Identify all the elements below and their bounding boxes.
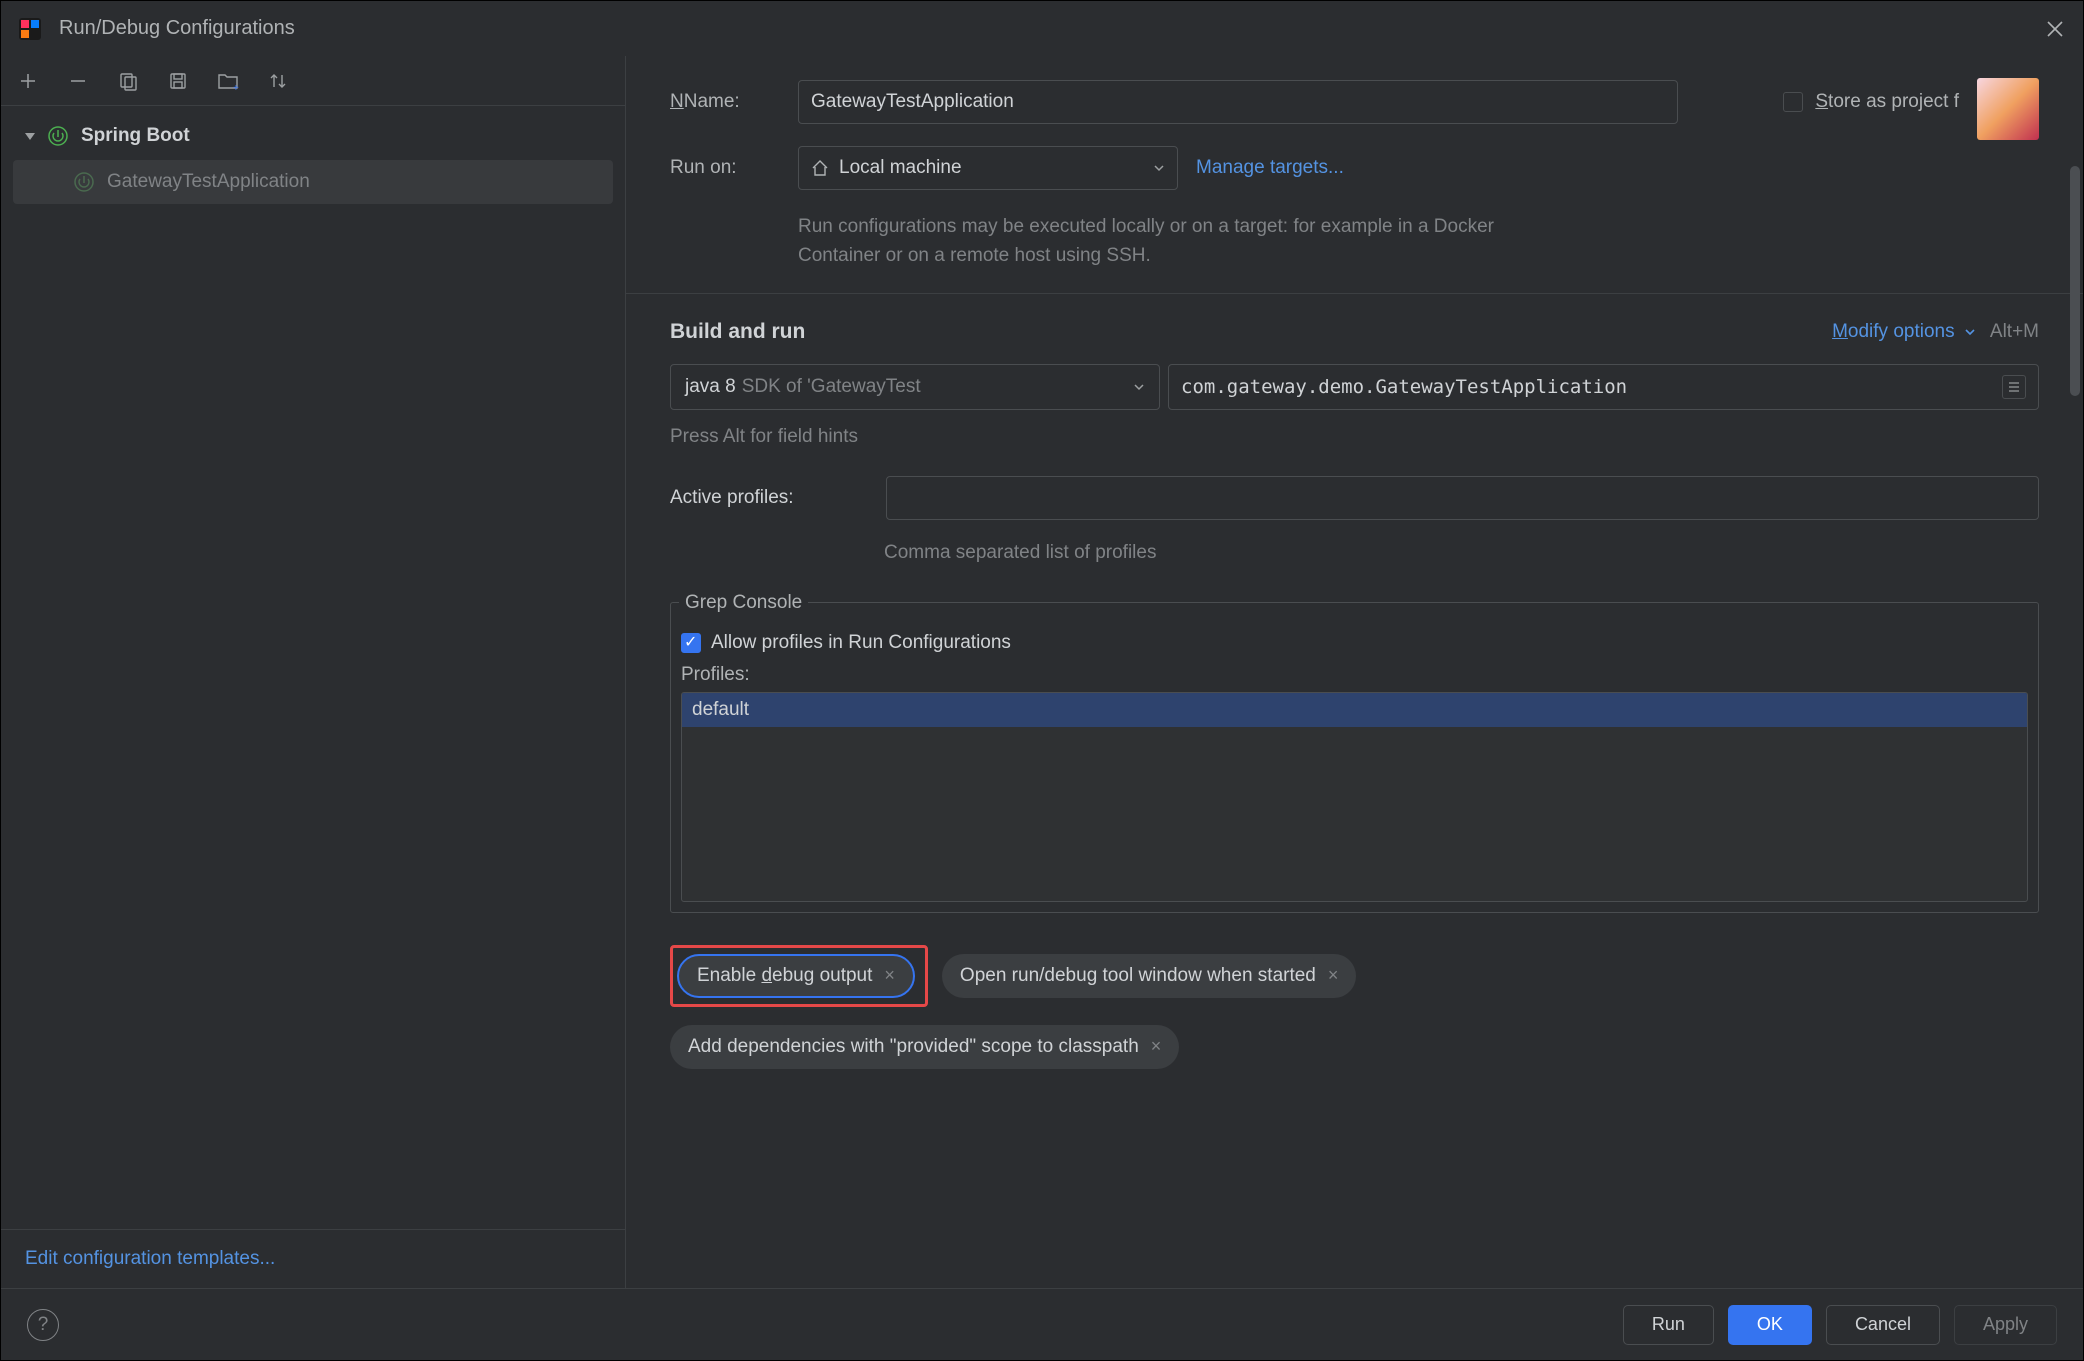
dialog-title: Run/Debug Configurations	[59, 17, 2045, 40]
run-on-select[interactable]: Local machine	[798, 146, 1178, 190]
tree-group-label: Spring Boot	[81, 125, 190, 147]
checkbox-checked-icon[interactable]	[681, 633, 701, 653]
tree-item-gateway[interactable]: GatewayTestApplication	[13, 160, 613, 204]
pill-enable-debug[interactable]: Enable debug output ×	[677, 954, 915, 998]
active-profiles-label: Active profiles:	[670, 487, 870, 509]
build-run-title: Build and run	[670, 320, 1832, 344]
allow-profiles-label: Allow profiles in Run Configurations	[711, 632, 1011, 654]
chevron-down-icon	[23, 129, 41, 143]
close-icon[interactable]: ×	[1151, 1036, 1162, 1057]
list-item[interactable]: default	[682, 693, 2027, 727]
active-profiles-row: Active profiles:	[670, 476, 2039, 520]
jdk-select[interactable]: java 8 SDK of 'GatewayTest	[670, 364, 1160, 410]
save-config-icon[interactable]	[165, 68, 191, 94]
intellij-icon	[19, 18, 41, 40]
close-icon[interactable]: ×	[884, 965, 895, 986]
pill-open-tool-window[interactable]: Open run/debug tool window when started …	[942, 954, 1356, 998]
pill-label: Open run/debug tool window when started	[960, 965, 1316, 987]
name-input[interactable]	[798, 80, 1678, 124]
pill-label: Add dependencies with "provided" scope t…	[688, 1036, 1139, 1058]
sort-config-icon[interactable]	[265, 68, 291, 94]
add-config-icon[interactable]	[15, 68, 41, 94]
apply-button[interactable]: Apply	[1954, 1305, 2057, 1345]
svg-text:+: +	[233, 83, 239, 92]
folder-config-icon[interactable]: +	[215, 68, 241, 94]
spring-boot-icon	[73, 171, 95, 193]
options-pill-row-2: Add dependencies with "provided" scope t…	[670, 1025, 2039, 1069]
grep-console-fieldset: Grep Console Allow profiles in Run Confi…	[670, 592, 2039, 913]
run-debug-dialog: Run/Debug Configurations	[0, 0, 2084, 1361]
name-row: NName: Store as project f	[670, 80, 2039, 124]
edit-templates-link[interactable]: Edit configuration templates...	[25, 1248, 275, 1269]
sidebar-footer: Edit configuration templates...	[1, 1229, 625, 1288]
browse-icon[interactable]	[2002, 375, 2026, 399]
main-class-value: com.gateway.demo.GatewayTestApplication	[1181, 376, 1627, 398]
profiles-list-label: Profiles:	[681, 664, 2028, 686]
remove-config-icon[interactable]	[65, 68, 91, 94]
copy-config-icon[interactable]	[115, 68, 141, 94]
dialog-body: + Spring Boot	[1, 56, 2083, 1288]
store-as-project-file[interactable]: Store as project f	[1783, 91, 1959, 113]
spring-boot-icon	[47, 125, 69, 147]
active-profiles-input[interactable]	[886, 476, 2039, 520]
avatar	[1977, 78, 2039, 140]
checkbox-icon[interactable]	[1783, 92, 1803, 112]
pill-add-deps-provided[interactable]: Add dependencies with "provided" scope t…	[670, 1025, 1179, 1069]
profiles-list[interactable]: default	[681, 692, 2028, 902]
home-icon	[811, 159, 829, 177]
divider	[626, 293, 2083, 294]
chevron-down-icon	[1133, 381, 1145, 393]
field-hint: Press Alt for field hints	[670, 426, 2039, 448]
grep-legend: Grep Console	[679, 592, 808, 614]
dialog-footer: ? Run OK Cancel Apply	[1, 1288, 2083, 1360]
jdk-value: java 8	[685, 376, 736, 398]
name-label: NName:	[670, 91, 798, 113]
help-icon[interactable]: ?	[27, 1309, 59, 1341]
modify-shortcut: Alt+M	[1990, 321, 2039, 343]
allow-profiles-row[interactable]: Allow profiles in Run Configurations	[681, 632, 2028, 654]
ok-button[interactable]: OK	[1728, 1305, 1812, 1345]
run-on-value: Local machine	[839, 157, 962, 179]
highlight-box: Enable debug output ×	[670, 945, 928, 1007]
jdk-placeholder: SDK of 'GatewayTest	[742, 376, 921, 398]
run-button[interactable]: Run	[1623, 1305, 1714, 1345]
scrollbar-thumb[interactable]	[2070, 166, 2080, 396]
content-panel: NName: Store as project f Run on: Local …	[626, 56, 2083, 1288]
chevron-down-icon	[1153, 162, 1165, 174]
run-on-row: Run on: Local machine Manage targets...	[670, 146, 2039, 190]
cancel-button[interactable]: Cancel	[1826, 1305, 1940, 1345]
build-row: java 8 SDK of 'GatewayTest com.gateway.d…	[670, 364, 2039, 410]
sidebar: + Spring Boot	[1, 56, 626, 1288]
config-tree: Spring Boot GatewayTestApplication	[1, 106, 625, 1229]
close-icon[interactable]	[2045, 19, 2065, 39]
manage-targets-link[interactable]: Manage targets...	[1196, 157, 1344, 179]
close-icon[interactable]: ×	[1328, 965, 1339, 986]
run-on-helper: Run configurations may be executed local…	[798, 212, 1538, 271]
tree-item-label: GatewayTestApplication	[107, 171, 310, 193]
modify-options-link[interactable]: Modify options	[1832, 321, 1976, 343]
main-class-input[interactable]: com.gateway.demo.GatewayTestApplication	[1168, 364, 2039, 410]
options-pill-row-1: Enable debug output × Open run/debug too…	[670, 945, 2039, 1007]
sidebar-toolbar: +	[1, 56, 625, 106]
titlebar: Run/Debug Configurations	[1, 1, 2083, 56]
run-on-label: Run on:	[670, 157, 798, 179]
active-profiles-helper: Comma separated list of profiles	[884, 542, 2039, 564]
build-run-header: Build and run Modify options Alt+M	[670, 320, 2039, 344]
tree-group-spring-boot[interactable]: Spring Boot	[1, 114, 625, 158]
vertical-scrollbar[interactable]	[2070, 166, 2080, 1268]
